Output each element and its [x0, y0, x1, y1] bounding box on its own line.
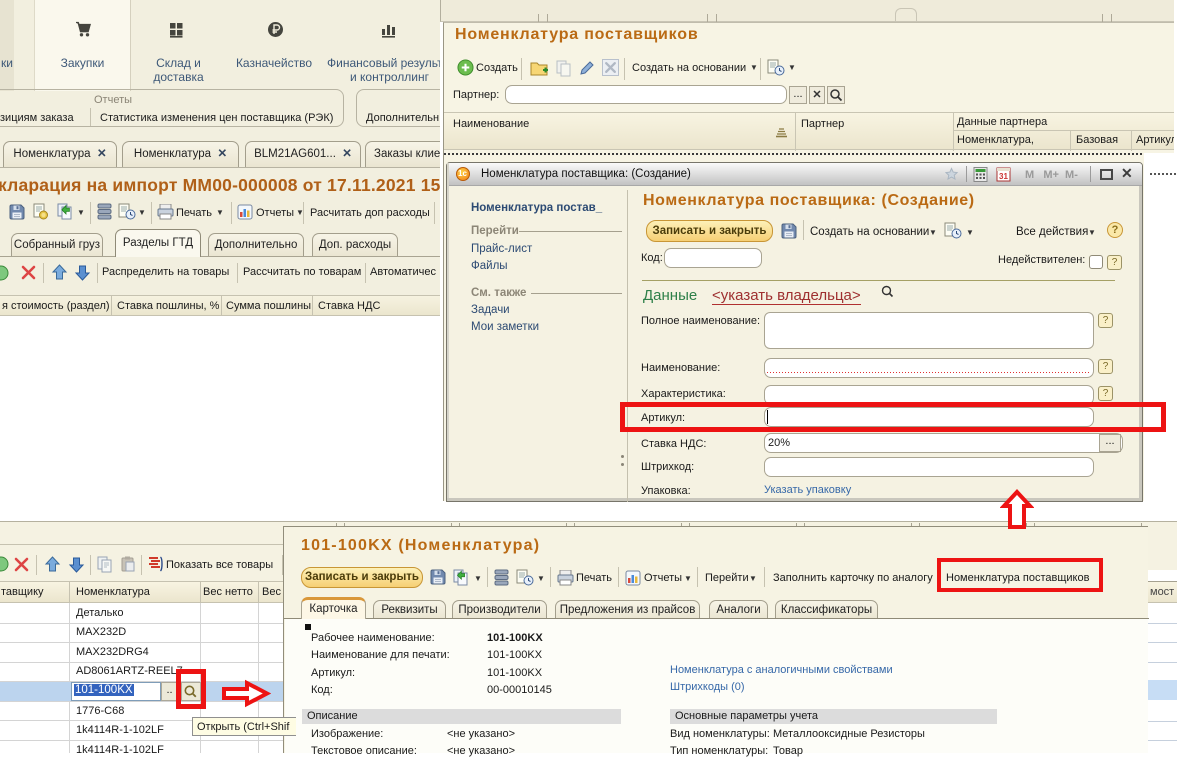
svg-text:31: 31 [999, 172, 1008, 181]
